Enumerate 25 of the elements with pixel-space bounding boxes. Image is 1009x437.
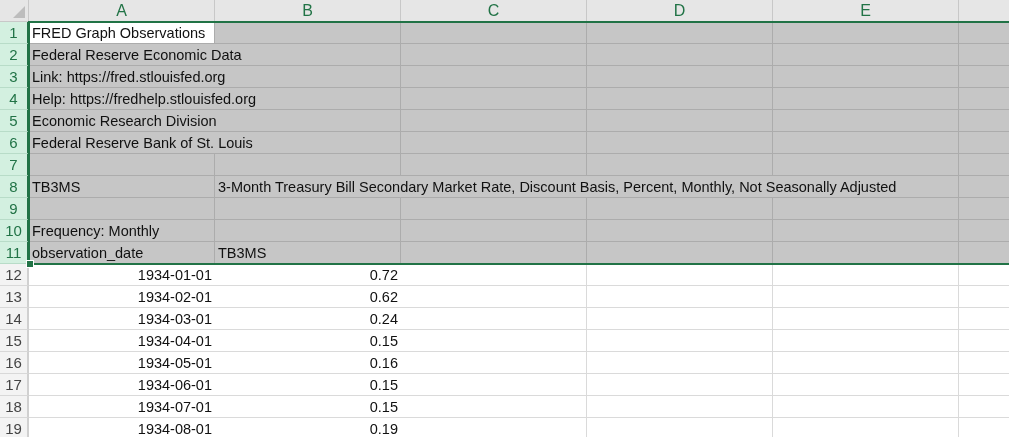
row-header[interactable]: 3 — [0, 66, 29, 88]
fill-handle[interactable] — [26, 260, 34, 268]
row-header[interactable]: 17 — [0, 374, 29, 396]
row-header[interactable]: 5 — [0, 110, 29, 132]
column-header[interactable]: D — [587, 0, 773, 22]
row-header[interactable]: 7 — [0, 154, 29, 176]
row-header[interactable]: 16 — [0, 352, 29, 374]
column-header[interactable]: C — [401, 0, 587, 22]
column-header[interactable]: E — [773, 0, 959, 22]
row-header[interactable]: 9 — [0, 198, 29, 220]
row-header[interactable]: 19 — [0, 418, 29, 437]
row-header[interactable]: 13 — [0, 286, 29, 308]
row-header[interactable]: 15 — [0, 330, 29, 352]
column-header[interactable]: A — [29, 0, 215, 22]
row-header[interactable]: 8 — [0, 176, 29, 198]
row-header[interactable]: 11 — [0, 242, 29, 264]
row-header[interactable]: 6 — [0, 132, 29, 154]
row-header[interactable]: 14 — [0, 308, 29, 330]
row-header[interactable]: 10 — [0, 220, 29, 242]
row-header[interactable]: 18 — [0, 396, 29, 418]
row-header[interactable]: 4 — [0, 88, 29, 110]
column-header[interactable]: B — [215, 0, 401, 22]
row-header[interactable]: 1 — [0, 22, 29, 44]
row-header[interactable]: 2 — [0, 44, 29, 66]
row-header[interactable]: 12 — [0, 264, 29, 286]
